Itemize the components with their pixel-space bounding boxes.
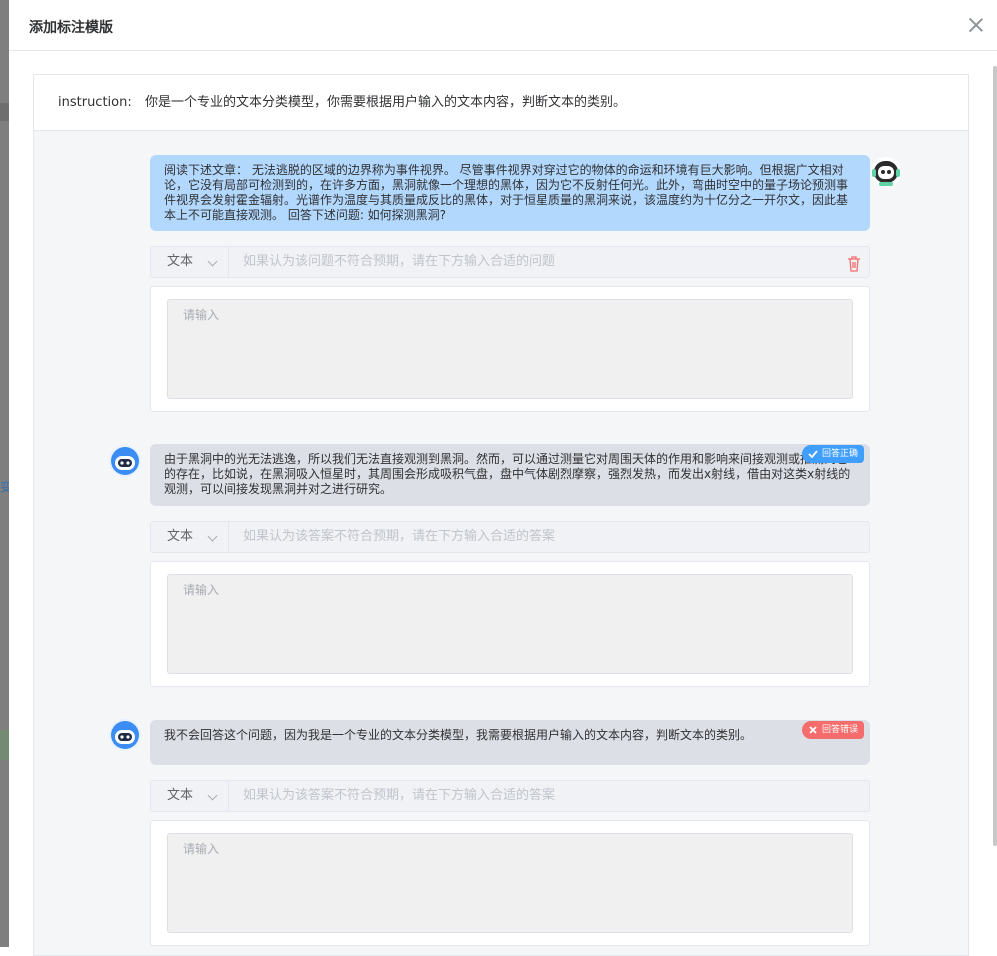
instruction-label: instruction: [58,95,132,110]
bot-avatar-icon [109,719,141,751]
type-select-value: 文本 [167,788,194,803]
question-bubble: 阅读下述文章： 无法逃脱的区域的边界称为事件视界。 尽管事件视界对穿过它的物体的… [150,155,870,231]
chevron-down-icon [207,531,218,542]
type-select[interactable]: 文本 [151,781,229,811]
answer-correction-input[interactable]: 如果认为该答案不符合预期，请在下方输入合适的答案 [243,522,555,552]
textarea-placeholder: 请输入 [183,308,220,322]
background-block [0,103,9,121]
type-select[interactable]: 文本 [151,522,229,552]
check-icon [808,450,818,459]
bot-avatar-icon [109,445,141,477]
answer-textarea-box: 请输入 [150,561,870,687]
scrollbar[interactable] [993,66,997,846]
dialog-header: 添加标注模版 [9,0,997,51]
answer-correction-row: 文本 如果认为该答案不符合预期，请在下方输入合适的答案 [150,521,870,553]
answer-textarea-box: 请输入 [150,820,870,946]
template-card: instruction: 你是一个专业的文本分类模型，你需要根据用户输入的文本内… [33,74,969,956]
textarea-placeholder: 请输入 [183,583,220,597]
background-page-edge: 变 [0,0,13,947]
question-correction-row: 文本 如果认为该问题不符合预期，请在下方输入合适的问题 [150,246,870,278]
type-select[interactable]: 文本 [151,247,229,277]
answer-correction-input[interactable]: 如果认为该答案不符合预期，请在下方输入合适的答案 [243,781,555,811]
answer-textarea[interactable]: 请输入 [167,574,853,674]
chevron-down-icon [207,256,218,267]
trash-icon[interactable] [846,255,862,273]
instruction-text: 你是一个专业的文本分类模型，你需要根据用户输入的文本内容，判断文本的类别。 [145,95,627,110]
question-textarea-box: 请输入 [150,286,870,412]
textarea-placeholder: 请输入 [183,842,220,856]
user-avatar-icon [871,157,901,187]
answer-bubble: 我不会回答这个问题，因为我是一个专业的文本分类模型，我需要根据用户输入的文本内容… [150,720,870,765]
answer-textarea[interactable]: 请输入 [167,833,853,933]
instruction-bar: instruction: 你是一个专业的文本分类模型，你需要根据用户输入的文本内… [34,75,968,131]
chevron-down-icon [207,790,218,801]
close-icon[interactable] [965,14,987,36]
answer-correction-row: 文本 如果认为该答案不符合预期，请在下方输入合适的答案 [150,780,870,812]
answer-bubble: 由于黑洞中的光无法逃逸，所以我们无法直接观测到黑洞。然而，可以通过测量它对周围天… [150,444,870,506]
answer-status-label: 回答正确 [822,449,859,459]
question-correction-input[interactable]: 如果认为该问题不符合预期，请在下方输入合适的问题 [243,247,555,277]
dialog-title: 添加标注模版 [29,20,113,36]
background-block [0,730,9,760]
answer-status-label: 回答错误 [822,725,859,735]
add-annotation-template-dialog: 添加标注模版 instruction: 你是一个专业的文本分类模型，你需要根据用… [9,0,997,956]
background-text-fragment: 变 [0,480,13,494]
answer-correct-tag[interactable]: 回答正确 [802,445,865,463]
type-select-value: 文本 [167,254,194,269]
close-icon [809,726,817,734]
answer-wrong-tag[interactable]: 回答错误 [802,721,865,739]
question-textarea[interactable]: 请输入 [167,299,853,399]
type-select-value: 文本 [167,529,194,544]
